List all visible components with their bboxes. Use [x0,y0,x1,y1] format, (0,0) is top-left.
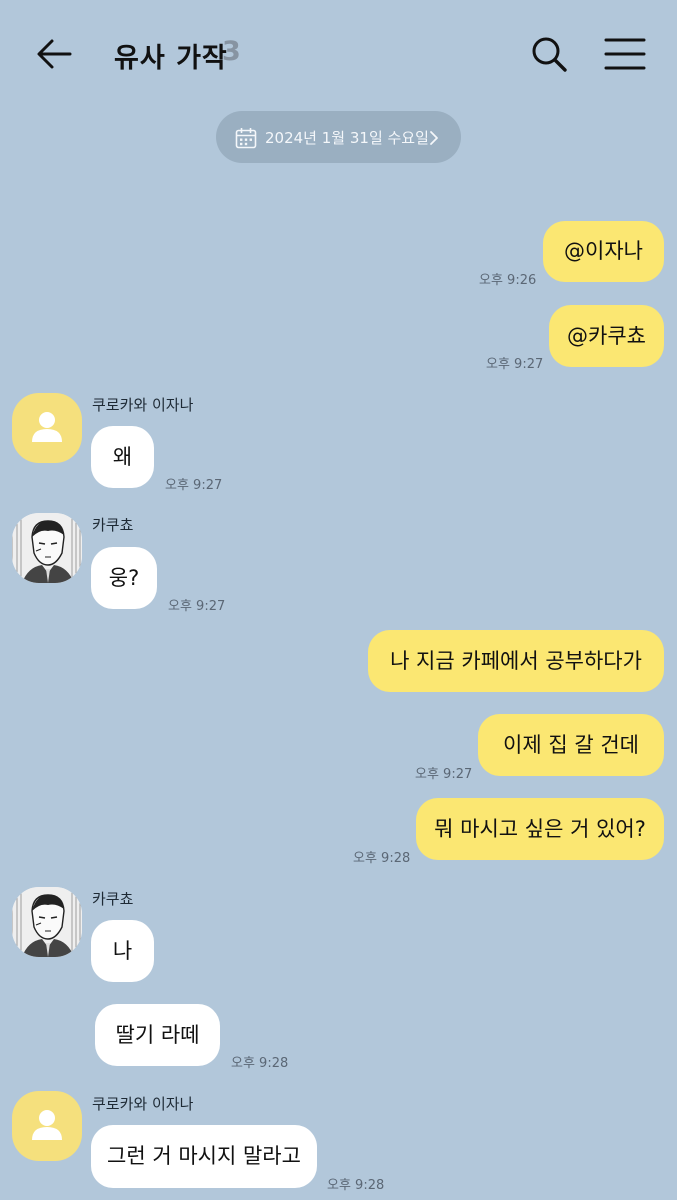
avatar[interactable] [12,887,82,957]
default-profile-icon [32,412,62,442]
member-count: 3 [222,36,241,67]
message-bubble[interactable]: 나 [91,920,154,982]
message-time: 오후 9:28 [231,1056,289,1071]
my-message-bubble[interactable]: @카쿠쵸 [549,305,664,367]
message-time: 오후 9:28 [327,1178,385,1193]
default-profile-icon [32,1110,62,1140]
search-icon[interactable] [528,33,570,75]
message-time: 오후 9:27 [415,767,473,782]
arrow-left-icon[interactable] [34,34,74,74]
message-time: 오후 9:27 [165,478,223,493]
my-message-bubble[interactable]: @이자나 [543,221,664,282]
profile-photo [12,513,82,583]
date-divider[interactable]: 2024년 1월 31일 수요일 [216,111,461,163]
calendar-icon [235,128,257,149]
chat-title[interactable]: 유사 가작 [114,36,228,75]
sender-name: 쿠로카와 이자나 [92,396,194,414]
profile-photo [12,887,82,957]
hamburger-menu-icon[interactable] [604,36,646,72]
sender-name: 쿠로카와 이자나 [92,1095,194,1113]
my-message-bubble[interactable]: 뭐 마시고 싶은 거 있어? [416,798,664,860]
my-message-bubble[interactable]: 이제 집 갈 건데 [478,714,664,776]
date-text: 2024년 1월 31일 수요일 [265,129,429,147]
sender-name: 카쿠쵸 [92,890,134,908]
message-time: 오후 9:27 [168,599,226,614]
message-time: 오후 9:28 [353,851,411,866]
my-message-bubble[interactable]: 나 지금 카페에서 공부하다가 [368,630,664,692]
message-bubble[interactable]: 딸기 라떼 [95,1004,220,1066]
message-time: 오후 9:26 [479,273,537,288]
message-bubble[interactable]: 왜 [91,426,154,488]
chevron-right-icon [430,131,438,145]
avatar[interactable] [12,393,82,463]
message-bubble[interactable]: 웅? [91,547,157,609]
chat-header: 유사 가작 3 [0,0,677,108]
avatar[interactable] [12,1091,82,1161]
avatar[interactable] [12,513,82,583]
message-bubble[interactable]: 그런 거 마시지 말라고 [91,1125,317,1188]
message-time: 오후 9:27 [486,357,544,372]
sender-name: 카쿠쵸 [92,516,134,534]
